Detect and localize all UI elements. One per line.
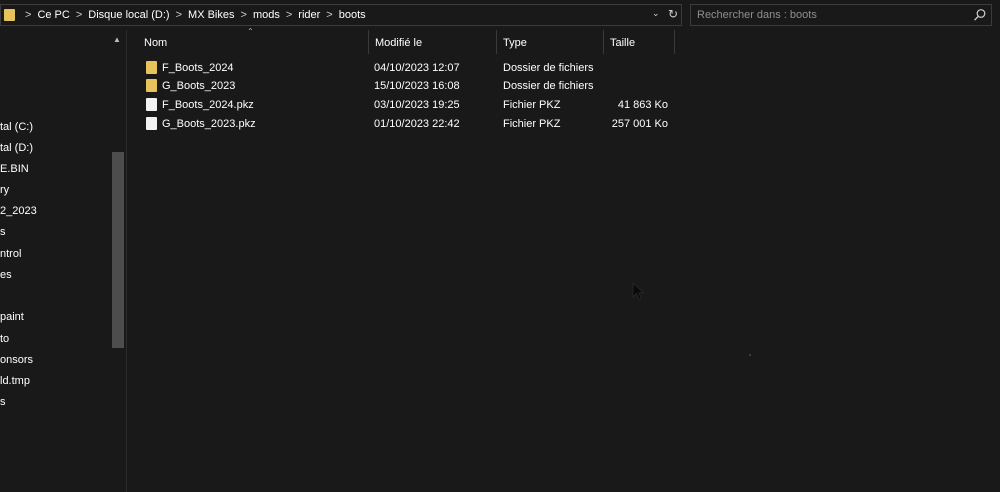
nav-item[interactable]: es <box>0 266 12 284</box>
breadcrumb-separator[interactable]: > <box>241 9 247 21</box>
nav-item[interactable]: ntrol <box>0 245 21 263</box>
file-modified: 03/10/2023 19:25 <box>374 99 460 111</box>
nav-item[interactable]: E.BIN <box>0 160 29 178</box>
navigation-pane: ▲ tal (C:) tal (D:) E.BIN ry 2_2023 s nt… <box>0 30 126 492</box>
column-separator[interactable] <box>368 30 369 54</box>
nav-item[interactable]: s <box>0 393 6 411</box>
breadcrumb-ce-pc[interactable]: Ce PC <box>37 9 69 21</box>
breadcrumb-separator[interactable]: > <box>25 9 31 21</box>
file-type: Dossier de fichiers <box>503 62 594 74</box>
address-bar[interactable]: > Ce PC > Disque local (D:) > MX Bikes >… <box>0 4 682 26</box>
nav-item[interactable]: onsors <box>0 351 33 369</box>
file-icon <box>146 98 157 111</box>
file-name: G_Boots_2023 <box>162 80 236 92</box>
file-icon <box>146 117 157 130</box>
breadcrumb-mods[interactable]: mods <box>253 9 280 21</box>
breadcrumb-separator[interactable]: > <box>286 9 292 21</box>
file-size <box>597 61 668 75</box>
file-size: 41 863 Ko <box>617 99 668 111</box>
file-name: F_Boots_2024 <box>162 62 234 74</box>
breadcrumb-mx-bikes[interactable]: MX Bikes <box>188 9 234 21</box>
file-type: Fichier PKZ <box>503 99 561 111</box>
breadcrumb-rider[interactable]: rider <box>298 9 320 21</box>
artifact-dot <box>749 354 751 356</box>
file-row[interactable]: G_Boots_2023.pkz 01/10/2023 22:42 Fichie… <box>127 115 687 133</box>
column-header-name[interactable]: Nom <box>144 36 167 50</box>
breadcrumb-separator[interactable]: > <box>176 9 182 21</box>
file-modified: 01/10/2023 22:42 <box>374 118 460 130</box>
file-list: ⌃ Nom Modifié le Type Taille F_Boots_202… <box>127 27 1000 492</box>
search-icon[interactable] <box>973 8 987 22</box>
folder-icon <box>4 9 15 21</box>
column-header-size[interactable]: Taille <box>610 36 635 50</box>
nav-item[interactable]: 2_2023 <box>0 202 37 220</box>
nav-item[interactable]: paint <box>0 308 24 326</box>
folder-icon <box>146 61 157 74</box>
nav-item-drive-c[interactable]: tal (C:) <box>0 118 33 136</box>
file-row[interactable]: F_Boots_2024 04/10/2023 12:07 Dossier de… <box>127 59 687 77</box>
file-type: Dossier de fichiers <box>503 80 594 92</box>
file-row[interactable]: G_Boots_2023 15/10/2023 16:08 Dossier de… <box>127 77 687 95</box>
top-bar: > Ce PC > Disque local (D:) > MX Bikes >… <box>0 0 1000 30</box>
breadcrumb-disque-local[interactable]: Disque local (D:) <box>88 9 169 21</box>
file-size: 257 001 Ko <box>611 118 668 130</box>
search-input[interactable] <box>697 7 967 23</box>
file-modified: 04/10/2023 12:07 <box>374 62 460 74</box>
column-separator[interactable] <box>496 30 497 54</box>
nav-item[interactable]: ld.tmp <box>0 372 30 390</box>
column-separator[interactable] <box>603 30 604 54</box>
breadcrumb-boots[interactable]: boots <box>339 9 366 21</box>
breadcrumb: > Ce PC > Disque local (D:) > MX Bikes >… <box>19 5 366 25</box>
file-name: G_Boots_2023.pkz <box>162 118 256 130</box>
file-size <box>597 79 668 93</box>
column-header-modified[interactable]: Modifié le <box>375 36 422 50</box>
column-header-type[interactable]: Type <box>503 36 527 50</box>
file-row[interactable]: F_Boots_2024.pkz 03/10/2023 19:25 Fichie… <box>127 96 687 114</box>
mouse-cursor-icon <box>632 282 645 301</box>
nav-scrollbar[interactable] <box>112 152 124 348</box>
scroll-up-icon[interactable]: ▲ <box>113 35 121 44</box>
file-type: Fichier PKZ <box>503 118 561 130</box>
file-name: F_Boots_2024.pkz <box>162 99 254 111</box>
nav-item[interactable]: to <box>0 330 9 348</box>
file-modified: 15/10/2023 16:08 <box>374 80 460 92</box>
chevron-down-icon[interactable]: ⌄ <box>652 8 660 19</box>
nav-item[interactable]: ry <box>0 181 9 199</box>
nav-item-drive-d[interactable]: tal (D:) <box>0 139 33 157</box>
breadcrumb-separator[interactable]: > <box>76 9 82 21</box>
breadcrumb-separator[interactable]: > <box>326 9 332 21</box>
column-separator[interactable] <box>674 30 675 54</box>
folder-icon <box>146 79 157 92</box>
refresh-icon[interactable]: ↻ <box>668 7 678 21</box>
nav-item[interactable]: s <box>0 223 6 241</box>
sort-ascending-icon: ⌃ <box>247 27 254 36</box>
search-box[interactable] <box>690 4 992 26</box>
